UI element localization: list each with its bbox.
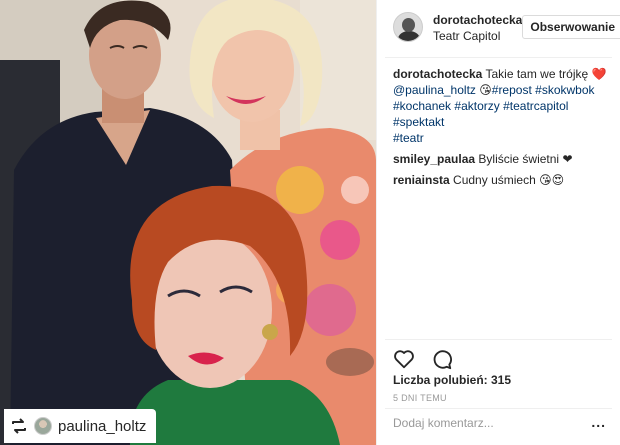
- tag-skokwbok[interactable]: #skokwbok: [535, 83, 594, 97]
- author-username[interactable]: dorotachotecka: [433, 12, 522, 28]
- likes-count[interactable]: Liczba polubień: 315: [393, 373, 511, 387]
- post-date: 5 DNI TEMU: [393, 393, 447, 403]
- heart-emoji: ❤️: [591, 67, 607, 81]
- repost-icon: [10, 417, 28, 435]
- comment-item: smiley_paulaa Byliście świetni ❤: [393, 151, 612, 167]
- tag-kochanek[interactable]: #kochanek: [393, 99, 451, 113]
- caption-text: Takie tam we trójkę: [485, 67, 589, 81]
- tag-mention-paulina[interactable]: @paulina_holtz: [393, 83, 476, 97]
- post-photo-illustration: [0, 0, 376, 445]
- repost-username[interactable]: paulina_holtz: [58, 418, 146, 435]
- tag-aktorzy[interactable]: #aktorzy: [454, 99, 499, 113]
- comment-text: Cudny uśmiech: [453, 173, 536, 187]
- post-photo[interactable]: paulina_holtz: [0, 0, 376, 445]
- tag-spektakt[interactable]: #spektakt: [393, 115, 444, 129]
- caption-username[interactable]: dorotachotecka: [393, 67, 482, 81]
- tag-repost[interactable]: #repost: [492, 83, 532, 97]
- post-header: dorotachotecka Teatr Capitol Obserwowani…: [385, 0, 620, 58]
- author-avatar[interactable]: [393, 12, 423, 42]
- kiss-emoji: 😘: [479, 83, 492, 97]
- comment-emoji: ❤: [562, 152, 573, 166]
- heart-icon[interactable]: [393, 348, 415, 370]
- comment-username[interactable]: smiley_paulaa: [393, 152, 475, 166]
- comment-item: reniainsta Cudny uśmiech 😘😍: [393, 172, 612, 188]
- repost-avatar: [34, 417, 52, 435]
- post-actions: [393, 348, 453, 370]
- tag-teatr[interactable]: #teatr: [393, 131, 424, 145]
- more-icon[interactable]: ...: [591, 415, 606, 429]
- comments-list: dorotachotecka Takie tam we trójkę ❤️ @p…: [377, 58, 620, 336]
- post-sidebar: dorotachotecka Teatr Capitol Obserwowani…: [376, 0, 620, 445]
- comment-emoji: 😘😍: [539, 173, 565, 187]
- actions-divider: [385, 339, 612, 340]
- repost-tag[interactable]: paulina_holtz: [4, 409, 157, 443]
- comment-username[interactable]: reniainsta: [393, 173, 450, 187]
- comment-input[interactable]: [393, 416, 573, 430]
- post-location[interactable]: Teatr Capitol: [433, 28, 522, 44]
- comment-text: Byliście świetni: [478, 152, 560, 166]
- tag-teatrcapitol[interactable]: #teatrcapitol: [503, 99, 568, 113]
- following-button[interactable]: Obserwowanie: [522, 15, 620, 39]
- author-info: dorotachotecka Teatr Capitol: [433, 12, 522, 44]
- comment-icon[interactable]: [431, 348, 453, 370]
- caption: dorotachotecka Takie tam we trójkę ❤️ @p…: [393, 66, 612, 146]
- input-divider: [385, 408, 612, 409]
